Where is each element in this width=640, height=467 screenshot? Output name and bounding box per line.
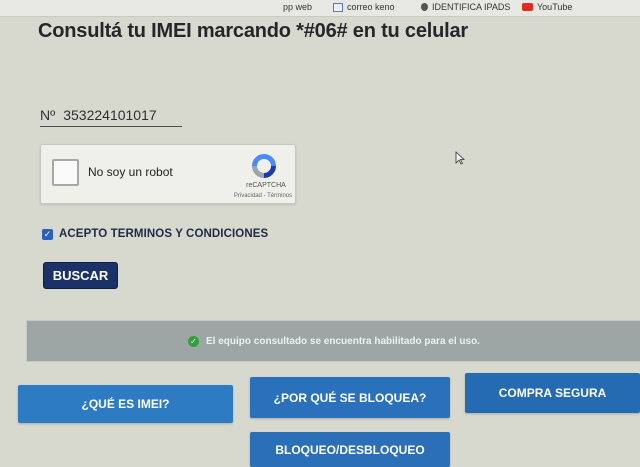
recaptcha-label: No soy un robot: [88, 165, 173, 179]
result-message: El equipo consultado se encuentra habili…: [206, 335, 480, 347]
compra-segura-button[interactable]: COMPRA SEGURA: [465, 373, 640, 413]
youtube-icon: [522, 3, 533, 11]
por-que-se-bloquea-button[interactable]: ¿POR QUÉ SE BLOQUEA?: [250, 377, 450, 418]
recaptcha-checkbox[interactable]: [52, 159, 79, 186]
check-circle-icon: ✓: [188, 335, 200, 347]
bookmark-web[interactable]: pp web: [283, 2, 312, 12]
bookmarks-bar: pp web correo keno IDENTIFICA IPADS YouT…: [0, 0, 640, 17]
imei-input[interactable]: Nº 353224101017: [40, 104, 182, 127]
apple-icon: [421, 3, 428, 11]
imei-prefix: Nº: [40, 107, 56, 123]
imei-value: 353224101017: [63, 107, 157, 123]
recaptcha-icon: [252, 154, 276, 178]
page-title: Consultá tu IMEI marcando *#06# en tu ce…: [38, 20, 469, 42]
bloqueo-desbloqueo-button[interactable]: BLOQUEO/DESBLOQUEO: [250, 432, 450, 467]
recaptcha-links[interactable]: Privacidad - Términos: [223, 193, 303, 199]
bookmark-youtube-label: YouTube: [537, 2, 573, 12]
search-button[interactable]: BUSCAR: [43, 262, 118, 289]
recaptcha-brand: reCAPTCHA: [246, 182, 286, 189]
checkbox-checked-icon[interactable]: ✓: [42, 228, 53, 240]
terms-label: ACEPTO TERMINOS Y CONDICIONES: [59, 228, 269, 240]
bookmark-youtube[interactable]: YouTube: [522, 2, 572, 12]
mail-icon: [333, 2, 343, 12]
result-banner: ✓ El equipo consultado se encuentra habi…: [26, 320, 640, 362]
bookmark-correo[interactable]: correo keno: [333, 2, 395, 12]
bookmark-correo-label: correo keno: [347, 2, 395, 12]
bookmark-identifica-label: IDENTIFICA IPADS: [432, 2, 511, 12]
mouse-pointer-icon: [455, 151, 465, 165]
bookmark-web-label: pp web: [283, 2, 313, 12]
que-es-imei-button[interactable]: ¿QUÉ ES IMEI?: [18, 385, 233, 423]
terms-checkbox-row[interactable]: ✓ ACEPTO TERMINOS Y CONDICIONES: [42, 228, 268, 240]
bookmark-identifica-ipads[interactable]: IDENTIFICA IPADS: [421, 2, 510, 12]
recaptcha-widget: No soy un robot reCAPTCHA Privacidad - T…: [40, 144, 296, 204]
